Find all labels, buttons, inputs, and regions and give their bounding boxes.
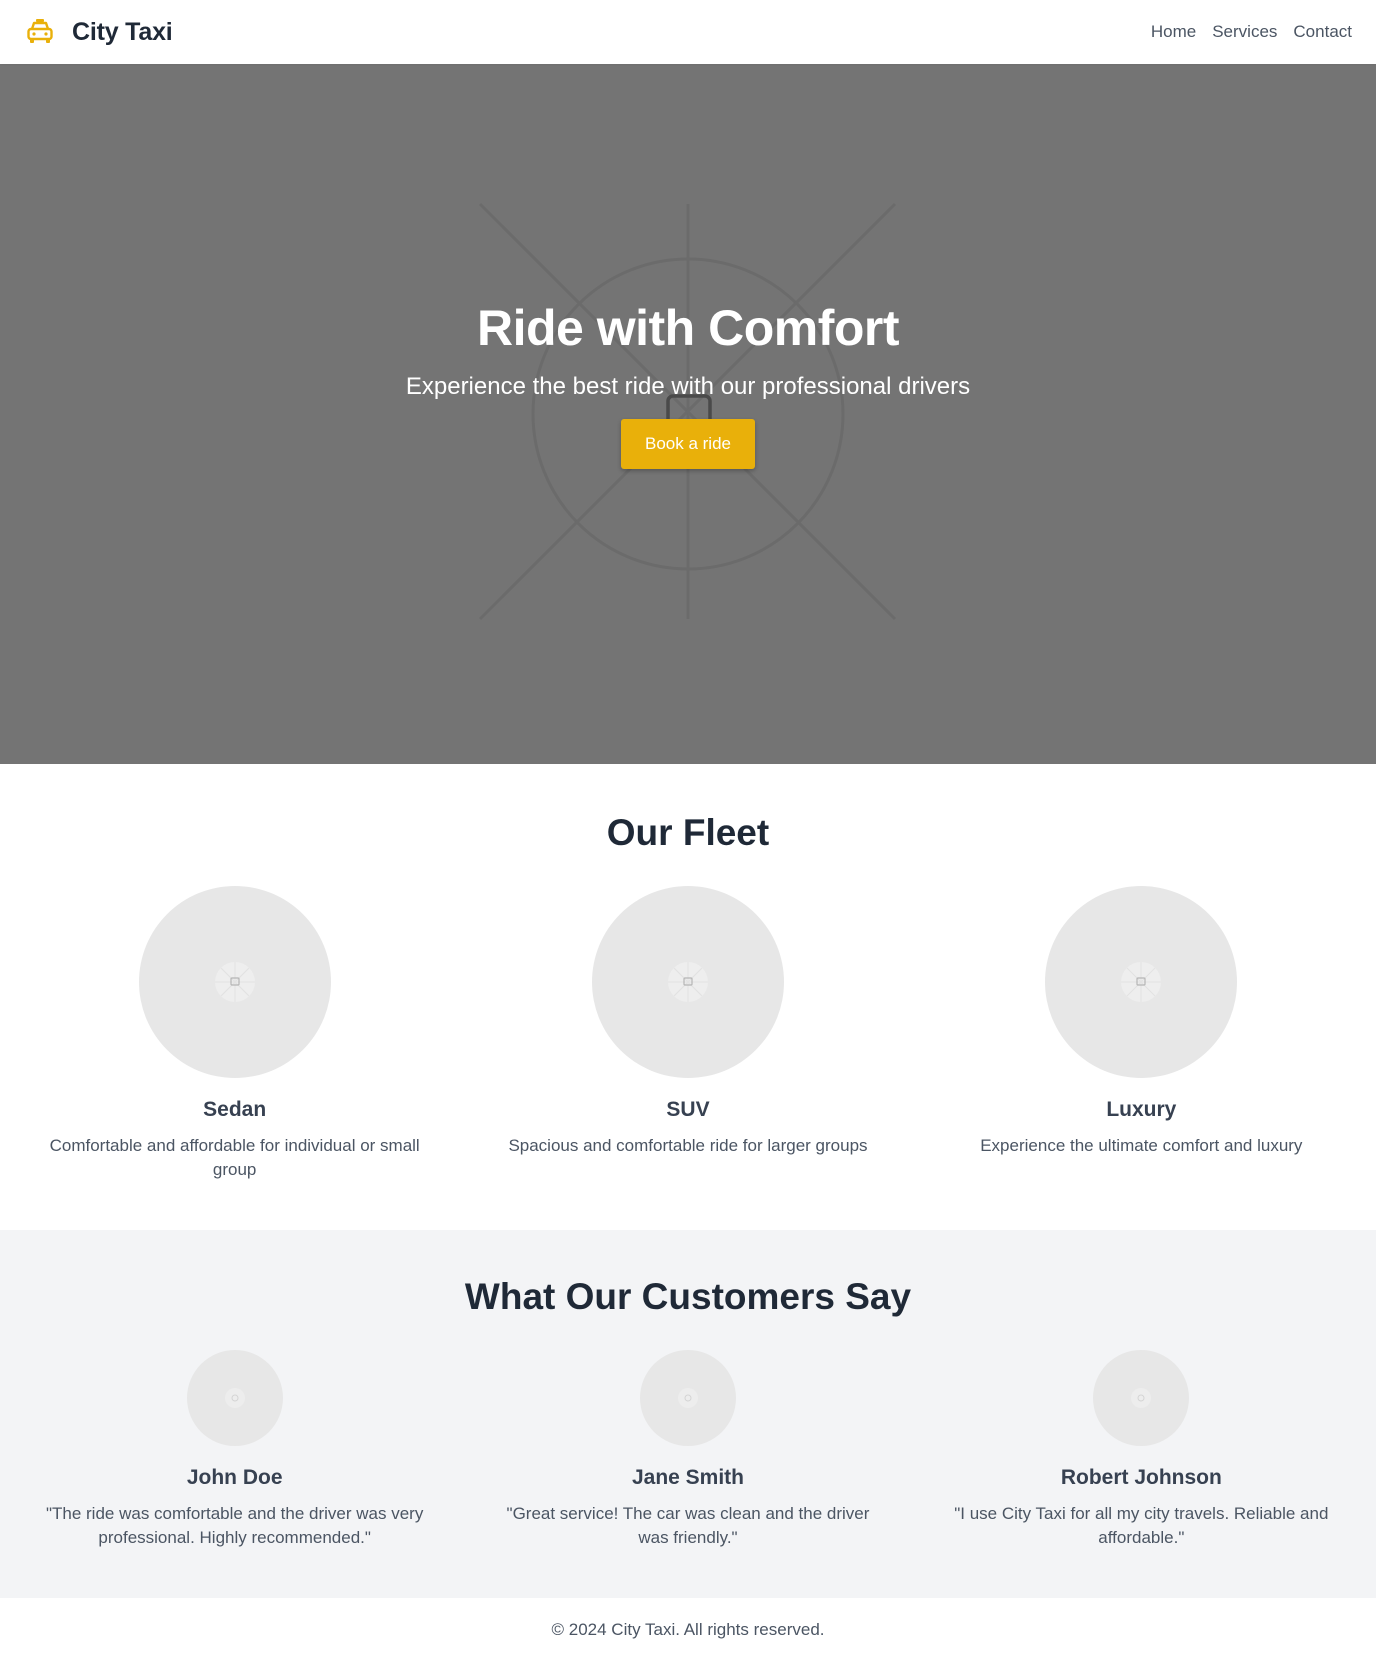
fleet-card: Luxury Experience the ultimate comfort a… [931, 886, 1352, 1182]
main-nav: Home Services Contact [1151, 22, 1352, 42]
testimonial-card: John Doe "The ride was comfortable and t… [24, 1350, 445, 1550]
brand[interactable]: City Taxi [24, 16, 173, 48]
fleet-card-description: Spacious and comfortable ride for larger… [508, 1136, 868, 1155]
avatar-placeholder-icon [186, 1350, 283, 1446]
testimonial-card: Jane Smith "Great service! The car was c… [477, 1350, 898, 1550]
nav-home-link[interactable]: Home [1151, 22, 1196, 42]
fleet-card-title: SUV [666, 1098, 710, 1121]
image-placeholder-icon [1045, 886, 1238, 1078]
avatar-placeholder-icon [1093, 1350, 1190, 1446]
fleet-section: Our Fleet Sedan Comfortable and affordab… [0, 764, 1376, 1230]
hero-title: Ride with Comfort [476, 300, 900, 356]
hero-section: Ride with Comfort Experience the best ri… [0, 64, 1376, 764]
fleet-card-description: Comfortable and affordable for individua… [49, 1136, 420, 1179]
testimonial-name: Robert Johnson [1060, 1466, 1222, 1489]
hero-content: Ride with Comfort Experience the best ri… [406, 299, 970, 469]
testimonials-grid: John Doe "The ride was comfortable and t… [24, 1350, 1352, 1550]
brand-name: City Taxi [72, 17, 173, 46]
testimonial-quote: "Great service! The car was clean and th… [506, 1504, 870, 1547]
fleet-card-description: Experience the ultimate comfort and luxu… [980, 1136, 1303, 1155]
hero-subtitle: Experience the best ride with our profes… [405, 373, 971, 400]
image-placeholder-icon [591, 886, 784, 1078]
testimonial-quote: "I use City Taxi for all my city travels… [954, 1504, 1329, 1547]
site-header: City Taxi Home Services Contact [0, 0, 1376, 64]
fleet-card: SUV Spacious and comfortable ride for la… [477, 886, 898, 1182]
fleet-title: Our Fleet [606, 812, 770, 853]
testimonials-section: What Our Customers Say John Doe "The rid… [0, 1230, 1376, 1598]
avatar-placeholder-icon [639, 1350, 736, 1446]
testimonial-card: Robert Johnson "I use City Taxi for all … [931, 1350, 1352, 1550]
testimonial-name: John Doe [186, 1466, 283, 1489]
taxi-icon [24, 16, 56, 48]
testimonial-name: Jane Smith [631, 1466, 745, 1489]
fleet-card-title: Sedan [203, 1098, 267, 1121]
nav-services-link[interactable]: Services [1212, 22, 1277, 42]
nav-contact-link[interactable]: Contact [1293, 22, 1352, 42]
fleet-grid: Sedan Comfortable and affordable for ind… [24, 886, 1352, 1182]
testimonial-quote: "The ride was comfortable and the driver… [45, 1504, 424, 1547]
testimonials-title: What Our Customers Say [464, 1276, 912, 1317]
fleet-card-title: Luxury [1106, 1098, 1177, 1121]
site-footer: © 2024 City Taxi. All rights reserved. [0, 1598, 1376, 1662]
book-ride-button[interactable]: Book a ride [621, 419, 755, 469]
fleet-card: Sedan Comfortable and affordable for ind… [24, 886, 445, 1182]
image-placeholder-icon [138, 886, 331, 1078]
copyright-text: © 2024 City Taxi. All rights reserved. [551, 1620, 825, 1639]
